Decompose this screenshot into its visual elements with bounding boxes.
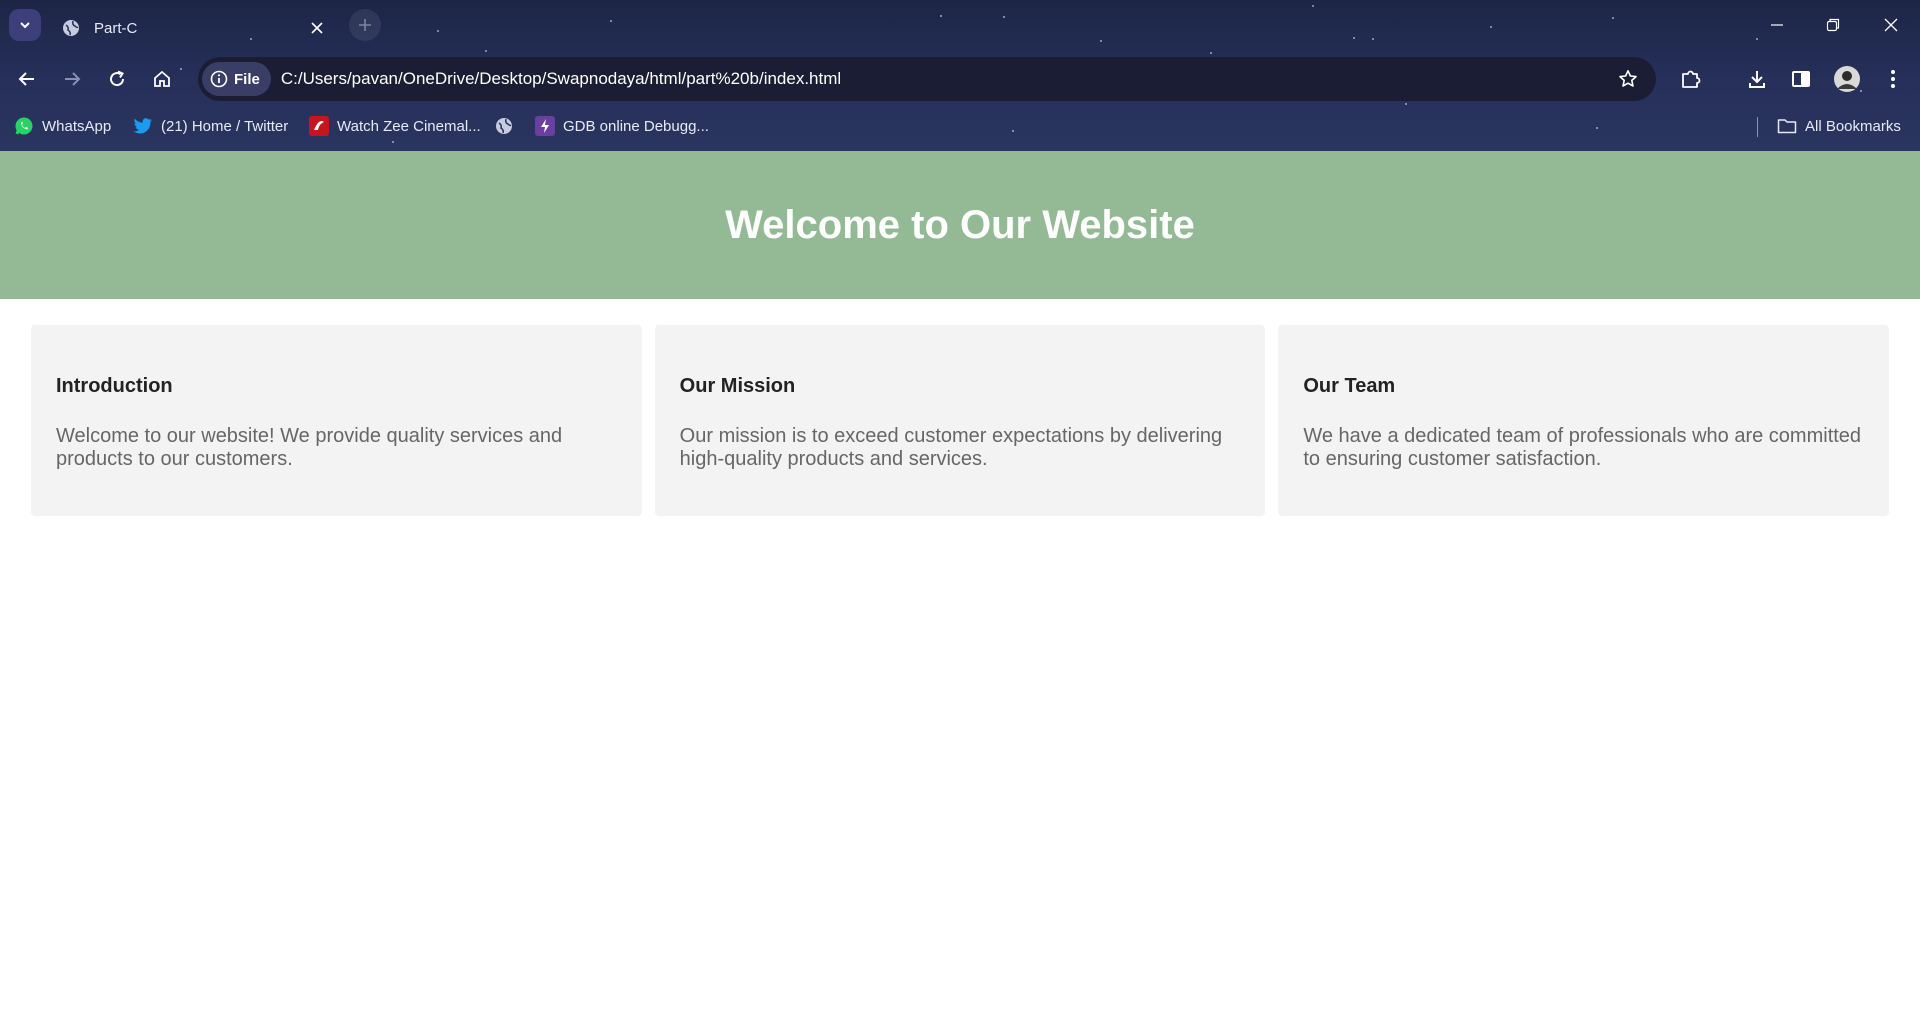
restore-button[interactable] [1818,10,1848,40]
bookmark-label: GDB online Debugg... [563,117,709,135]
bookmark-globe[interactable] [495,114,521,138]
toolbar: File C:/Users/pavan/OneDrive/Desktop/Swa… [0,57,1920,101]
section-text: Our mission is to exceed customer expect… [679,425,1223,470]
tab-part-c[interactable]: Part-C [50,6,336,50]
section-heading: Introduction [56,375,173,397]
bookmark-twitter[interactable]: (21) Home / Twitter [133,114,288,138]
all-bookmarks-label: All Bookmarks [1805,117,1901,135]
tab-search-button[interactable] [9,9,41,41]
twitter-icon [133,118,152,134]
bookmark-label: Watch Zee Cinemal... [337,117,481,135]
site-header: Welcome to Our Website [0,151,1920,299]
profile-avatar-button[interactable] [1831,63,1863,95]
tab-bar: Part-C [0,0,1920,50]
section-text: We have a dedicated team of professional… [1303,425,1862,470]
home-button[interactable] [146,63,178,95]
section-text: Welcome to our website! We provide quali… [56,425,563,470]
bookmark-label: WhatsApp [42,117,112,135]
reload-button[interactable] [101,63,133,95]
globe-icon [496,118,512,134]
bookmark-zee[interactable]: Watch Zee Cinemal... [309,114,481,138]
back-button[interactable] [11,63,43,95]
whatsapp-icon [15,117,33,135]
bookmarks-bar: WhatsApp (21) Home / Twitter Watch Zee C… [0,112,1920,140]
sections-row: Introduction Welcome to our website! We … [31,325,1890,516]
minimize-button[interactable] [1762,10,1792,40]
globe-icon [63,20,79,36]
close-icon [1884,18,1898,32]
download-icon [1749,71,1765,88]
section-heading: Our Mission [679,375,796,397]
arrow-right-icon [65,72,81,86]
reload-icon [110,70,125,87]
section-our-team: Our Team We have a dedicated team of pro… [1278,325,1890,516]
bookmarks-separator [1757,117,1758,137]
close-tab-icon[interactable] [308,19,326,37]
home-icon [154,70,170,87]
folder-icon [1777,119,1797,134]
section-introduction: Introduction Welcome to our website! We … [31,325,642,516]
extensions-button[interactable] [1675,63,1707,95]
restore-icon [1826,18,1840,32]
site-info-chip[interactable]: File [202,62,271,96]
avatar [1834,66,1860,92]
bookmark-whatsapp[interactable]: WhatsApp [14,114,111,138]
more-vert-icon [1891,70,1895,88]
tab-title: Part-C [94,19,138,37]
chevron-down-icon [20,22,30,29]
minimize-icon [1771,24,1783,26]
all-bookmarks-button[interactable]: All Bookmarks [1777,114,1901,138]
page-title: Welcome to Our Website [725,202,1195,247]
address-bar[interactable]: File C:/Users/pavan/OneDrive/Desktop/Swa… [198,57,1656,101]
plus-icon [359,19,371,31]
info-icon [210,70,228,88]
bookmark-star-icon[interactable] [1616,67,1640,91]
zee-icon [309,116,329,136]
side-panel-button[interactable] [1785,63,1817,95]
gdb-icon [535,116,555,136]
bookmark-gdb[interactable]: GDB online Debugg... [535,114,709,138]
new-tab-button[interactable] [349,9,381,41]
close-window-button[interactable] [1876,10,1906,40]
bookmark-label: (21) Home / Twitter [161,117,289,135]
arrow-left-icon [18,72,34,86]
section-heading: Our Team [1303,375,1396,397]
forward-button[interactable] [56,63,88,95]
downloads-button[interactable] [1741,63,1773,95]
browser-chrome: Part-C File C:/Users/pavan/OneDrive/Desk… [0,0,1920,151]
site-chip-label: File [234,70,260,88]
section-our-mission: Our Mission Our mission is to exceed cus… [654,325,1266,516]
side-panel-icon [1792,71,1810,87]
url-text[interactable]: C:/Users/pavan/OneDrive/Desktop/Swapnoda… [281,69,841,89]
puzzle-icon [1682,70,1701,88]
page-viewport: Welcome to Our Website Introduction Welc… [0,151,1920,1020]
menu-button[interactable] [1877,63,1909,95]
